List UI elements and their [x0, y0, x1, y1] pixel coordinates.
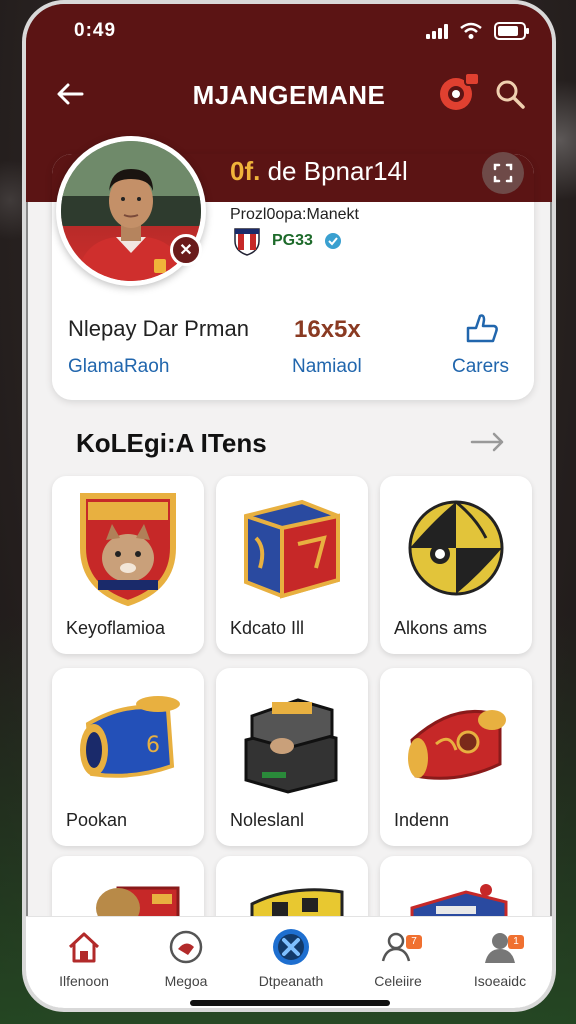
item-label: Alkons ams [394, 618, 488, 638]
careers-icon[interactable] [462, 310, 502, 346]
nav-item-home[interactable]: Ilfenoon [34, 927, 134, 997]
item-label: Noleslanl [230, 810, 305, 830]
item-tile[interactable]: Alkons ams [380, 476, 532, 654]
red-scroll-icon [408, 709, 506, 780]
home-indicator[interactable] [190, 1000, 390, 1006]
top-app-bar: MJANGEMANE [26, 70, 552, 118]
notification-badge [464, 72, 480, 86]
player-name-rest: de Bpnar14l [267, 156, 408, 186]
bottom-navigation: Ilfenoon Megoa Dtpeanath 7 Celeiire 1 Is… [26, 916, 552, 1008]
item-tile[interactable]: 6 Pookan [52, 668, 204, 846]
edit-profile-button[interactable] [482, 152, 524, 194]
stat-value-2: 16x5x [294, 316, 361, 343]
status-icons [426, 22, 529, 40]
mystery-box-icon [244, 499, 340, 599]
status-time: 0:49 [74, 20, 117, 41]
soccer-ball-icon [408, 500, 504, 596]
status-bar: 0:49 [26, 16, 552, 46]
ball-icon [169, 930, 203, 964]
nav-item-megoa[interactable]: Megoa [136, 927, 236, 997]
nav-item-friends[interactable]: 7 Celeiire [348, 927, 448, 997]
item-label: Kdcato Ill [230, 618, 305, 638]
search-icon[interactable] [492, 76, 528, 112]
item-tile[interactable]: Kdcato Ill [216, 476, 368, 654]
nav-badge: 7 [406, 935, 422, 949]
refresh-icon [493, 163, 513, 183]
phone-screen: 0:49 MJANGEMANE ✕ 0f. de Bpnar14l Prozl0… [22, 0, 556, 1012]
home-icon [68, 932, 100, 963]
wifi-icon [460, 22, 482, 39]
item-tile[interactable]: Noleslanl [216, 668, 368, 846]
player-subtitle: Prozl0opa:Manekt [230, 206, 359, 223]
signal-icon [426, 23, 448, 39]
club-code: PG33 [272, 232, 313, 249]
battery-icon [494, 22, 529, 40]
item-label: Indenn [394, 810, 450, 830]
verified-icon [324, 233, 341, 249]
nav-label: Celeiire [374, 973, 422, 989]
arrow-right-icon[interactable] [470, 428, 506, 456]
item-label: Keyoflamioa [66, 618, 166, 638]
nav-label: Megoa [164, 973, 208, 989]
nav-badge: 1 [508, 935, 524, 949]
blue-canister-icon: 6 [80, 696, 180, 778]
club-row: PG33 [232, 226, 343, 256]
nav-label: Ilfenoon [59, 973, 109, 989]
stat-title-1: Nlepay Dar Prman [68, 316, 249, 341]
player-name: 0f. de Bpnar14l [230, 156, 408, 187]
avatar-edit-badge[interactable]: ✕ [170, 234, 202, 266]
notification-button[interactable] [436, 72, 480, 114]
stat-link-3[interactable]: Carers [452, 356, 509, 378]
nav-item-center[interactable]: Dtpeanath [241, 927, 341, 997]
nav-label: Dtpeanath [258, 973, 324, 989]
svg-text:6: 6 [146, 733, 160, 758]
player-name-highlight: 0f. [230, 156, 261, 186]
section-title: KoLEgi:A ITens [76, 428, 267, 458]
x-circle-icon [273, 929, 309, 965]
wolf-crest-icon [80, 493, 176, 607]
item-tile[interactable]: Indenn [380, 668, 532, 846]
stat-link-2[interactable]: Namiaol [292, 356, 362, 378]
stat-link-1[interactable]: GlamaRaoh [68, 356, 169, 378]
nav-label: Isoeaidc [473, 973, 527, 989]
treasure-chest-icon [244, 698, 338, 794]
item-label: Pookan [66, 810, 128, 830]
club-crest-icon [234, 228, 260, 256]
nav-item-profile[interactable]: 1 Isoeaidc [450, 927, 550, 997]
item-tile[interactable]: Keyoflamioa [52, 476, 204, 654]
